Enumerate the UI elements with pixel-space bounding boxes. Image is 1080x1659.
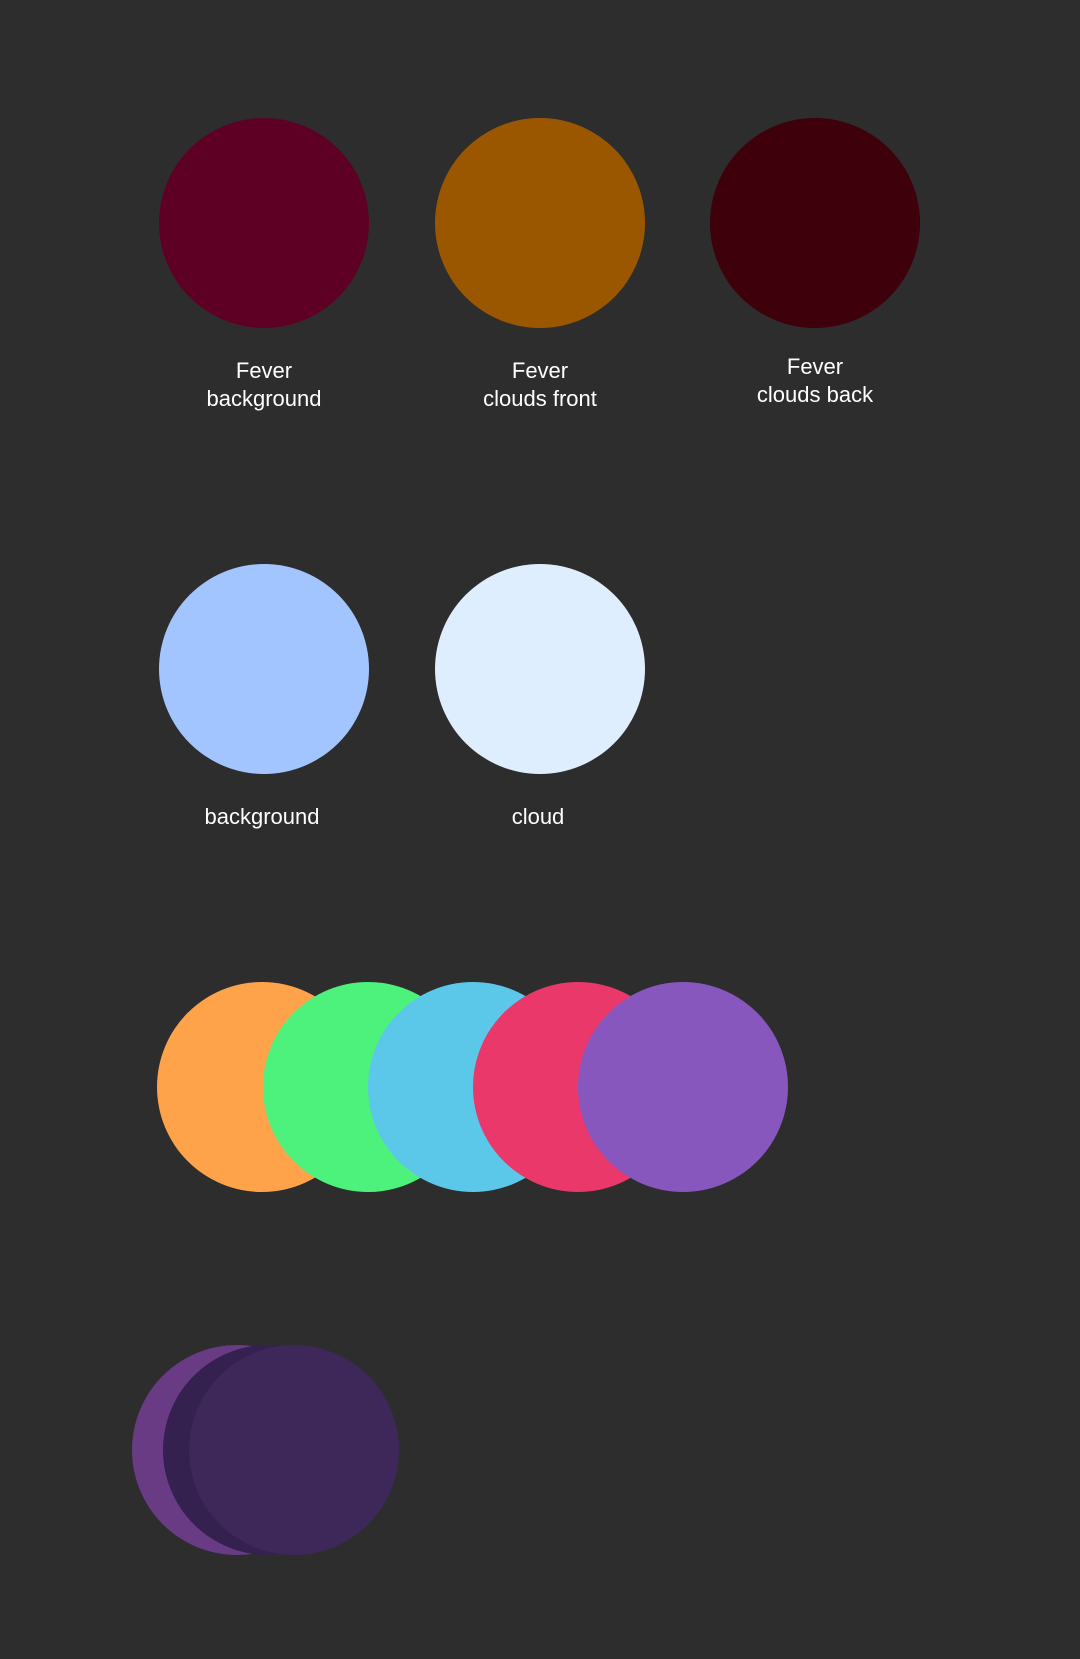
label-line: clouds back (756, 382, 874, 407)
swatch-cloud (435, 564, 645, 774)
swatch-fever-clouds-front (435, 118, 645, 328)
label-line: Fever (511, 358, 569, 383)
label-fever-clouds-back: Fever clouds back (695, 353, 935, 409)
label-line: cloud (511, 804, 565, 829)
swatch-fever-background (159, 118, 369, 328)
swatch-purple (578, 982, 788, 1192)
swatch-fever-clouds-back (710, 118, 920, 328)
label-line: background (206, 386, 322, 411)
label-cloud: cloud (418, 803, 658, 831)
swatch-deep-purple (189, 1345, 399, 1555)
label-line: clouds front (483, 386, 597, 411)
label-fever-background: Fever background (144, 357, 384, 413)
label-line: background (204, 804, 320, 829)
swatch-background (159, 564, 369, 774)
label-line: Fever (235, 358, 293, 383)
label-fever-clouds-front: Fever clouds front (420, 357, 660, 413)
label-line: Fever (786, 354, 844, 379)
label-background: background (142, 803, 382, 831)
